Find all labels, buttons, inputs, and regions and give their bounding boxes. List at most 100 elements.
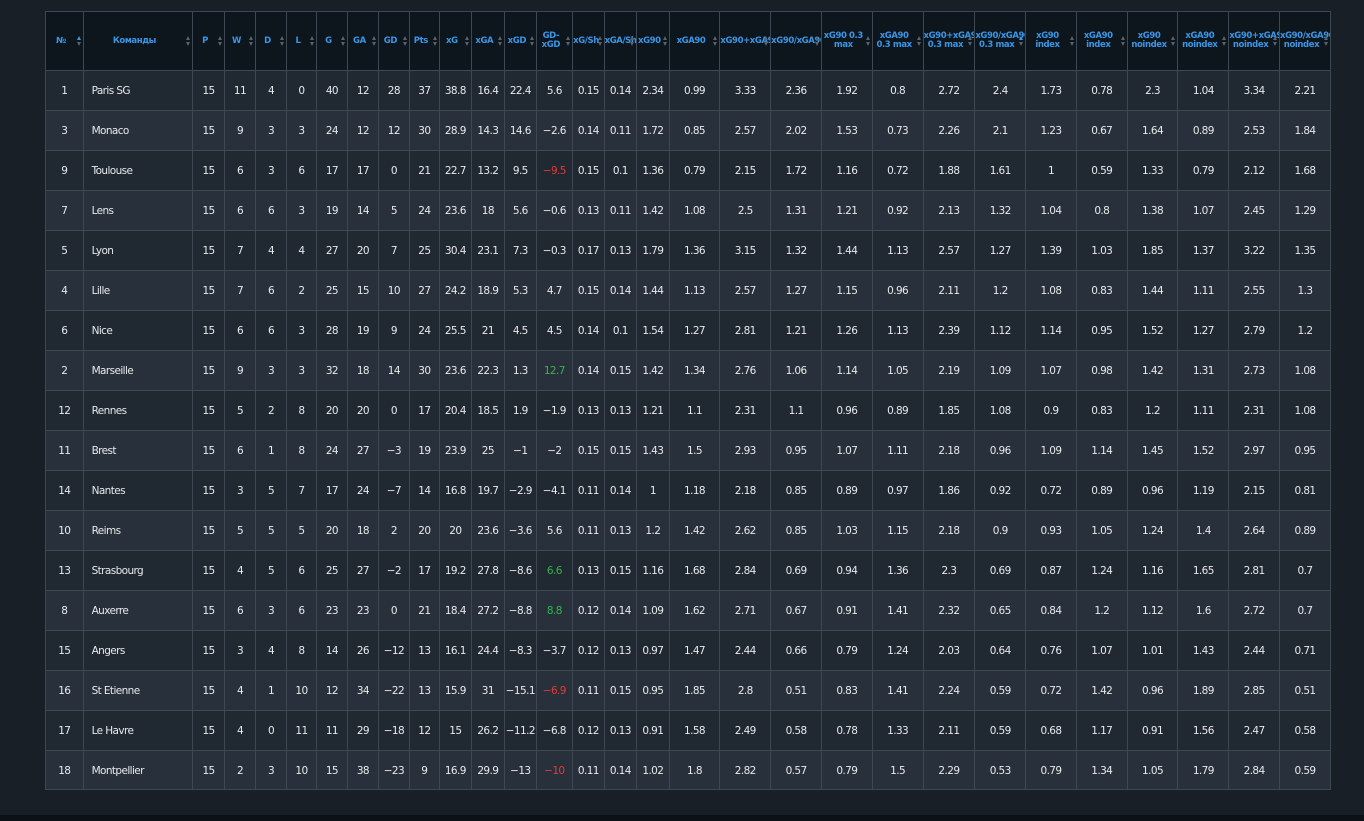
table-row[interactable]: 4 Lille 15 7 6 2 25 15 10 27 24.2 18.9 5.3 4.7 0.15 0.1…	[46, 270, 1330, 311]
sort-icon[interactable]	[713, 36, 718, 46]
column-header-xg90-div-xga90-03-max[interactable]: xG90/xGA90 0.3 max	[974, 12, 1027, 71]
table-row[interactable]: 6 Nice 15 6 6 3 28 19 9 24 25.5 21 4.5 4.5 0.14 0.1 1.54…	[46, 310, 1330, 351]
column-header-xg90-index[interactable]: xG90 index	[1025, 12, 1077, 71]
sort-icon[interactable]	[597, 36, 603, 46]
sort-icon[interactable]	[630, 36, 635, 46]
column-header-xga90-03-max[interactable]: xGA90 0.3 max	[871, 12, 924, 71]
column-header-l[interactable]: L	[285, 12, 318, 71]
sort-icon[interactable]	[662, 36, 668, 46]
column-header-xga90-noindex[interactable]: xGA90 noindex	[1177, 12, 1230, 71]
table-row[interactable]: 1 Paris SG 15 11 4 0 40 12 28 37 38.8 16.4 22.4 5.6 0.…	[46, 70, 1330, 111]
sort-icon[interactable]	[1019, 36, 1024, 46]
table-row[interactable]: 3 Monaco 15 9 3 3 24 12 12 30 28.9 14.3 14.6 −2.6 0.14…	[46, 110, 1330, 151]
sort-icon[interactable]	[310, 36, 315, 46]
cell-xg: 15.9	[439, 670, 472, 711]
table-row[interactable]: 7 Lens 15 6 6 3 19 14 5 24 23.6 18 5.6 −0.6 0.13 0.11 1.…	[46, 190, 1330, 231]
column-header-d[interactable]: D	[255, 12, 287, 71]
table-row[interactable]: 14 Nantes 15 3 5 7 17 24 −7 14 16.8 19.7 −2.9 −4.1 0.1…	[46, 470, 1330, 511]
column-header-label: xG90/xGA90 0.3 max	[975, 31, 1026, 50]
column-header-xg90-plus-xga90[interactable]: xG90+xGA90	[719, 12, 772, 71]
sort-icon[interactable]	[340, 36, 346, 46]
column-header-xga90[interactable]: xGA90	[668, 12, 721, 71]
sort-icon[interactable]	[372, 36, 377, 46]
table-row[interactable]: 5 Lyon 15 7 4 4 27 20 7 25 30.4 23.1 7.3 −0.3 0.17 0.13…	[46, 230, 1330, 271]
column-header-xg[interactable]: xG	[439, 12, 472, 71]
cell-xga90: 1.62	[668, 590, 721, 631]
column-header-xg90-plus-xga90-noindex[interactable]: xG90+xGA90 noindex	[1228, 12, 1280, 71]
table-row[interactable]: 8 Auxerre 15 6 3 6 23 23 0 21 18.4 27.2 −8.8 8.8 0.12 0…	[46, 590, 1330, 631]
table-row[interactable]: 10 Reims 15 5 5 5 20 18 2 20 20 23.6 −3.6 5.6 0.11 0.13…	[46, 510, 1330, 551]
column-header-gd[interactable]: GD	[378, 12, 410, 71]
cell-xga90: 1.42	[668, 510, 721, 551]
sort-icon[interactable]	[498, 36, 503, 46]
column-header-team[interactable]: Команды	[82, 12, 194, 71]
column-header-xg90-plus-xga90-03-max[interactable]: xG90+xGA90 0.3 max	[922, 12, 976, 71]
sort-icon[interactable]	[814, 36, 820, 46]
sort-icon[interactable]	[764, 36, 769, 46]
column-header-num[interactable]: №	[46, 12, 84, 71]
cell-xga90: 1.34	[668, 350, 721, 391]
cell-xga: 31	[470, 670, 506, 711]
cell-num: 2	[46, 350, 84, 391]
column-header-xg-sh[interactable]: xG/Sh	[572, 12, 605, 71]
sort-icon[interactable]	[279, 36, 285, 46]
table-row[interactable]: 9 Toulouse 15 6 3 6 17 17 0 21 22.7 13.2 9.5 −9.5 0.15…	[46, 150, 1330, 191]
cell-ga: 26	[346, 630, 380, 671]
column-header-xg90-03-max[interactable]: xG90 0.3 max	[820, 12, 873, 71]
cell-xg90-div-xga90-03-max: 1.2	[974, 270, 1027, 311]
sort-icon[interactable]	[1324, 36, 1329, 46]
cell-ga: 18	[346, 350, 380, 391]
column-header-g[interactable]: G	[316, 12, 348, 71]
sort-icon[interactable]	[186, 36, 191, 46]
column-header-xga90-index[interactable]: xGA90 index	[1075, 12, 1128, 71]
sort-icon[interactable]	[1273, 36, 1278, 46]
cell-num: 12	[46, 390, 84, 431]
sort-icon[interactable]	[217, 36, 223, 46]
table-row[interactable]: 13 Strasbourg 15 4 5 6 25 27 −2 17 19.2 27.8 −8.6 6.6…	[46, 550, 1330, 591]
sort-icon[interactable]	[1069, 36, 1075, 46]
sort-icon[interactable]	[566, 36, 571, 46]
cell-xg90-div-xga90-noindex: 0.81	[1279, 470, 1330, 511]
column-header-xg90-div-xga90-noindex[interactable]: xG90/xGA90 noindex	[1279, 12, 1330, 71]
table-row[interactable]: 11 Brest 15 6 1 8 24 27 −3 19 23.9 25 −1 −2 0.15 0.15 1.…	[46, 430, 1330, 471]
table-row[interactable]: 2 Marseille 15 9 3 3 32 18 14 30 23.6 22.3 1.3 12.7 0.…	[46, 350, 1330, 391]
column-header-p[interactable]: P	[192, 12, 225, 71]
column-header-wrap: xG90	[638, 36, 669, 46]
column-header-pts[interactable]: Pts	[408, 12, 441, 71]
cell-xg90: 0.97	[636, 630, 670, 671]
column-header-xga[interactable]: xGA	[470, 12, 506, 71]
sort-icon[interactable]	[464, 36, 470, 46]
sort-icon[interactable]	[402, 36, 408, 46]
table-row[interactable]: 15 Angers 15 3 4 8 14 26 −12 13 16.1 24.4 −8.3 −3.7 0.…	[46, 630, 1330, 671]
column-header-xga-sh[interactable]: xGA/Sh	[603, 12, 638, 71]
column-header-xg90[interactable]: xG90	[636, 12, 670, 71]
column-header-gd-xgd[interactable]: GD-xGD	[535, 12, 574, 71]
sort-icon[interactable]	[968, 36, 973, 46]
column-header-ga[interactable]: GA	[346, 12, 380, 71]
sort-icon[interactable]	[1222, 36, 1227, 46]
sort-icon[interactable]	[249, 36, 254, 46]
column-header-xg90-div-xga90[interactable]: xG90/xGA90	[770, 12, 822, 71]
table-row[interactable]: 12 Rennes 15 5 2 8 20 20 0 17 20.4 18.5 1.9 −1.9 0.13 0…	[46, 390, 1330, 431]
cell-xg90-noindex: 1.42	[1126, 350, 1179, 391]
cell-xga: 27.2	[470, 590, 506, 631]
column-header-w[interactable]: W	[223, 12, 257, 71]
table-row[interactable]: 16 St Etienne 15 4 1 10 12 34 −22 13 15.9 31 −15.1 −6…	[46, 670, 1330, 711]
table-row[interactable]: 18 Montpellier 15 2 3 10 15 38 −23 9 16.9 29.9 −13 −1…	[46, 750, 1330, 789]
sort-icon[interactable]	[433, 36, 438, 46]
column-header-xgd[interactable]: xGD	[504, 12, 537, 71]
sort-icon[interactable]	[529, 36, 535, 46]
cell-xg90-div-xga90-noindex: 1.2	[1279, 310, 1330, 351]
cell-xg90-noindex: 1.05	[1126, 750, 1179, 789]
cell-xga90: 0.99	[668, 70, 721, 111]
cell-d: 5	[255, 470, 287, 511]
cell-xg90-index: 1.04	[1025, 190, 1077, 231]
sort-icon[interactable]	[865, 36, 871, 46]
sort-icon[interactable]	[76, 36, 82, 46]
sort-icon[interactable]	[1120, 36, 1126, 46]
cell-xg90: 1.44	[636, 270, 670, 311]
sort-icon[interactable]	[916, 36, 922, 46]
sort-icon[interactable]	[1171, 36, 1176, 46]
table-row[interactable]: 17 Le Havre 15 4 0 11 11 29 −18 12 15 26.2 −11.2 −6.8…	[46, 710, 1330, 751]
column-header-xg90-noindex[interactable]: xG90 noindex	[1126, 12, 1179, 71]
